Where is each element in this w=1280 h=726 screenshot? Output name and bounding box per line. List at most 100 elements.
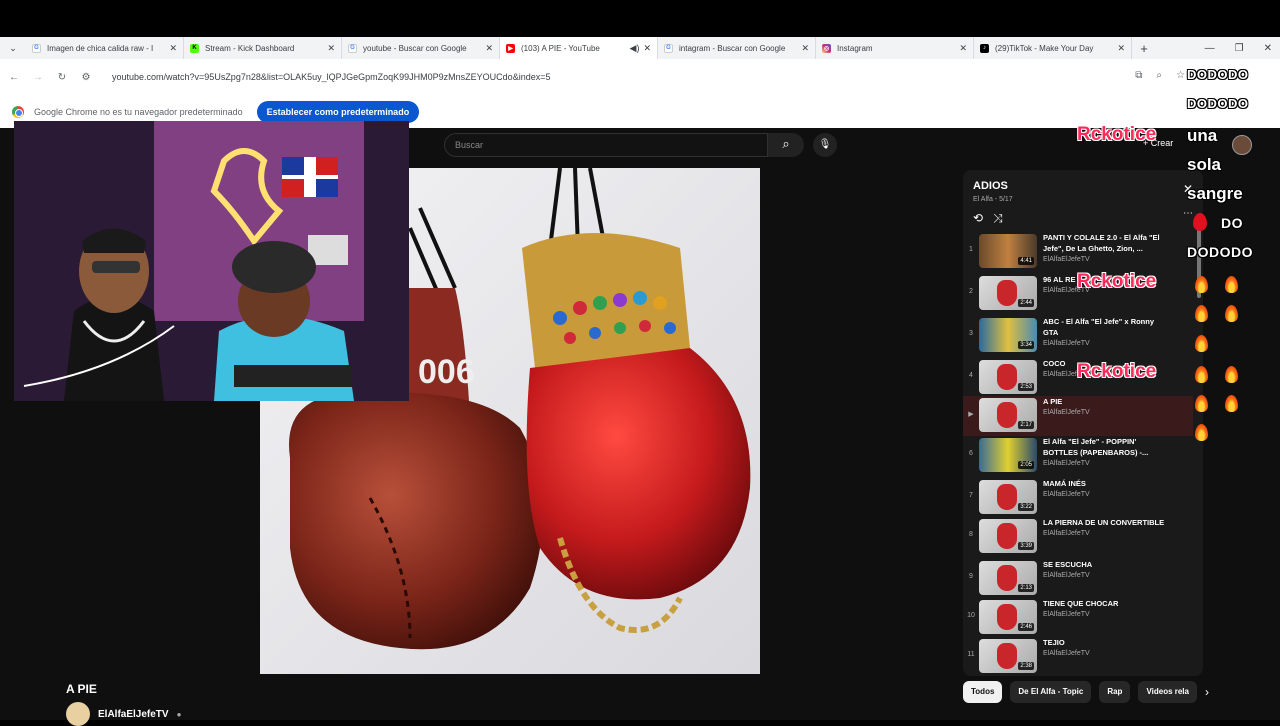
item-title: LA PIERNA DE UN CONVERTIBLE	[1043, 518, 1165, 527]
channel-avatar[interactable]	[66, 702, 90, 726]
item-title: TIENE QUE CHOCAR	[1043, 599, 1119, 608]
chevron-right-icon[interactable]: ›	[1205, 681, 1209, 703]
item-channel: ElAlfaElJefeTV	[1043, 572, 1090, 579]
item-number: 2	[969, 288, 973, 295]
overlay-text: una	[1187, 126, 1218, 145]
filter-chips: Todos De El Alfa - Topic Rap Videos rela…	[963, 681, 1209, 703]
new-tab-button[interactable]: +	[1132, 41, 1156, 56]
tab-6[interactable]: ♪ (29)TikTok - Make Your Day ✕	[974, 37, 1132, 59]
infobar-text: Google Chrome no es tu navegador predete…	[34, 106, 243, 117]
item-channel: ElAlfaElJefeTV	[1043, 256, 1090, 263]
tab-5[interactable]: ◎ Instagram ✕	[816, 37, 974, 59]
tab-search-button[interactable]: ⌄	[0, 43, 26, 54]
overlay-text: DODODO	[1187, 244, 1253, 260]
zoom-icon[interactable]: ⌕	[1156, 70, 1162, 81]
playlist-controls: ⟲ ⤨	[973, 211, 1193, 226]
close-window-icon[interactable]: ✕	[1264, 43, 1272, 54]
duration-badge: 3:34	[1018, 341, 1034, 349]
overlay-username: Rckotice	[1077, 124, 1157, 145]
tab-2[interactable]: G youtube - Buscar con Google ✕	[342, 37, 500, 59]
blood-drop-icon	[1193, 213, 1207, 231]
tab-title: Imagen de chica calida raw - I	[47, 43, 154, 53]
bookmark-star-icon[interactable]: ☆	[1176, 70, 1185, 81]
playlist-item[interactable]: 8 3:39 LA PIERNA DE UN CONVERTIBLE ElAlfa…	[963, 517, 1193, 557]
overlay-text: sola	[1187, 155, 1222, 174]
minimize-icon[interactable]: —	[1205, 43, 1215, 54]
overlay-username: Rckotice	[1077, 271, 1157, 292]
overlay-text: DODODO	[1187, 96, 1249, 111]
playlist-item[interactable]: 11 2:38 TEJIO ElAlfaElJefeTV	[963, 637, 1193, 676]
playlist-item-current[interactable]: ▶ 2:17 A PIE ElAlfaElJefeTV	[963, 396, 1193, 436]
thumbnail: 2:44	[979, 276, 1037, 310]
item-channel: ElAlfaElJefeTV	[1043, 460, 1090, 467]
forward-icon[interactable]: →	[26, 72, 50, 83]
reload-icon[interactable]: ↻	[50, 72, 74, 83]
item-title: ABC - El Alfa "El Jefe" x Ronny GTA	[1043, 317, 1155, 337]
avatar[interactable]	[1232, 135, 1252, 155]
chip-all[interactable]: Todos	[963, 681, 1003, 703]
address-actions: ⧉ ⌕ ☆	[1135, 70, 1185, 81]
playlist-item[interactable]: 9 2:13 SE ESCUCHA ElAlfaElJefeTV	[963, 559, 1193, 599]
duration-badge: 2:46	[1018, 623, 1034, 631]
shuffle-icon[interactable]: ⤨	[993, 211, 1003, 226]
item-title: SE ESCUCHA	[1043, 560, 1093, 569]
playlist-item[interactable]: 7 3:22 MAMÁ INÉS ElAlfaElJefeTV	[963, 478, 1193, 518]
item-title: A PIE	[1043, 397, 1063, 406]
playlist-item[interactable]: 3 3:34 ABC - El Alfa "El Jefe" x Ronny G…	[963, 316, 1193, 356]
tab-4[interactable]: G intagram - Buscar con Google ✕	[658, 37, 816, 59]
set-default-button[interactable]: Establecer como predeterminado	[256, 100, 420, 123]
back-icon[interactable]: ←	[2, 72, 26, 83]
close-icon[interactable]: ✕	[959, 43, 967, 54]
close-icon[interactable]: ✕	[1117, 43, 1125, 54]
playlist-subtitle: El Alfa - 5/17	[973, 196, 1013, 203]
chip-artist-topic[interactable]: De El Alfa - Topic	[1010, 681, 1092, 703]
fire-icon	[1225, 276, 1238, 293]
verified-icon: ●	[176, 709, 182, 719]
duration-badge: 2:53	[1018, 383, 1034, 391]
more-icon[interactable]: ⋯	[1183, 208, 1193, 219]
close-icon[interactable]: ✕	[327, 43, 335, 54]
playlist-item[interactable]: 1 4:41 PANTI Y COLALE 2.0 - El Alfa "El …	[963, 232, 1193, 272]
playlist-scrollbar[interactable]	[1197, 228, 1201, 676]
tab-1[interactable]: K Stream - Kick Dashboard ✕	[184, 37, 342, 59]
google-icon: G	[664, 43, 673, 53]
tab-0[interactable]: G Imagen de chica calida raw - I ✕	[26, 37, 184, 59]
overlay-text: DODODO	[1187, 67, 1249, 82]
tab-3[interactable]: ▶ (103) A PIE - YouTube ◀) ✕	[500, 37, 658, 59]
address-bar: ← → ↻ ⚙ youtube.com/watch?v=95UsZpg7n28&…	[0, 59, 1280, 95]
search-icon[interactable]: ⌕	[768, 133, 804, 157]
loop-icon[interactable]: ⟲	[973, 211, 983, 226]
site-info-icon[interactable]: ⚙	[74, 72, 98, 83]
item-channel: ElAlfaElJefeTV	[1043, 409, 1090, 416]
instagram-icon: ◎	[822, 43, 831, 53]
url-field[interactable]: youtube.com/watch?v=95UsZpg7n28&list=OLA…	[112, 72, 550, 82]
close-icon[interactable]: ✕	[485, 43, 493, 54]
close-icon[interactable]: ✕	[169, 43, 177, 54]
thumbnail: 2:53	[979, 360, 1037, 394]
overlay-text: sangre	[1187, 184, 1243, 203]
playlist-item[interactable]: 6 2:05 El Alfa "El Jefe" - POPPIN' BOTTL…	[963, 436, 1193, 476]
thumbnail: 3:39	[979, 519, 1037, 553]
item-number: 3	[969, 330, 973, 337]
maximize-icon[interactable]: ❐	[1235, 43, 1244, 54]
playlist-title[interactable]: ADIOS	[973, 180, 1193, 192]
window-controls: — ❐ ✕	[1205, 37, 1272, 59]
fire-icon	[1195, 366, 1208, 383]
fire-icon	[1195, 305, 1208, 322]
mic-icon[interactable]: 🎙	[813, 133, 837, 157]
fire-icon	[1195, 395, 1208, 412]
cast-icon[interactable]: ⧉	[1135, 70, 1142, 81]
playlist-panel: ADIOS El Alfa - 5/17 ⟲ ⤨ ✕ ⋯ 1 4:41 PANT…	[963, 170, 1203, 676]
speaker-icon[interactable]: ◀)	[630, 43, 640, 54]
close-icon[interactable]: ✕	[801, 43, 809, 54]
chip-related[interactable]: Videos rela	[1138, 681, 1197, 703]
tab-title: intagram - Buscar con Google	[679, 43, 786, 53]
close-icon[interactable]: ✕	[643, 43, 651, 54]
tab-title: Instagram	[837, 43, 873, 53]
playlist-item[interactable]: 10 2:46 TIENE QUE CHOCAR ElAlfaElJefeTV	[963, 598, 1193, 638]
channel-name[interactable]: ElAlfaElJefeTV	[98, 709, 169, 720]
playlist-header: ADIOS El Alfa - 5/17 ⟲ ⤨	[963, 170, 1203, 232]
search-input[interactable]: Buscar	[444, 133, 768, 157]
chip-rap[interactable]: Rap	[1099, 681, 1131, 703]
fire-icon	[1195, 424, 1208, 441]
